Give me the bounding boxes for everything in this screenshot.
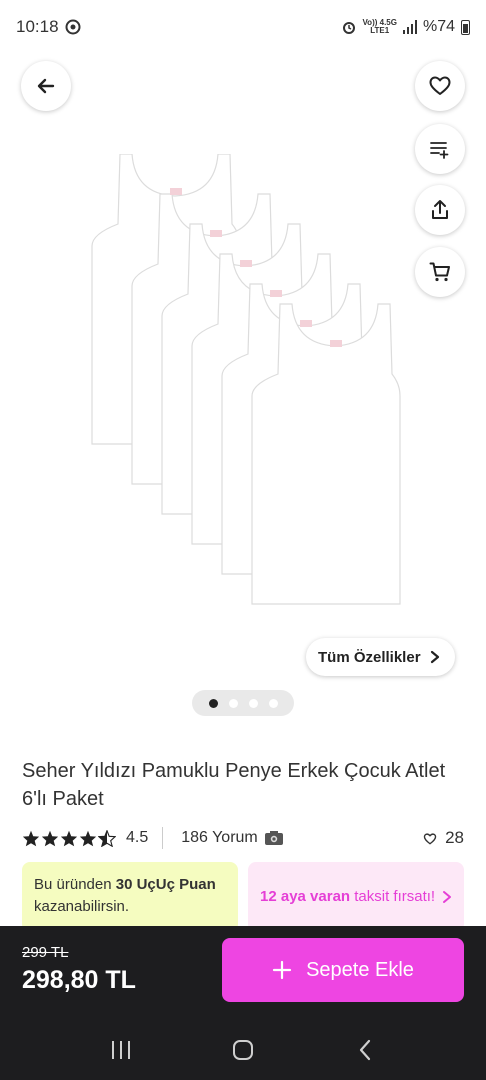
rating-stars bbox=[22, 829, 116, 847]
back-chevron-icon bbox=[359, 1039, 371, 1061]
back-button[interactable] bbox=[21, 61, 71, 111]
cart-icon bbox=[429, 262, 450, 282]
all-features-label: Tüm Özellikler bbox=[318, 648, 421, 666]
product-image bbox=[91, 154, 401, 605]
heart-icon bbox=[423, 832, 437, 844]
heart-icon bbox=[429, 76, 451, 95]
points-suffix: kazanabilirsin. bbox=[34, 898, 130, 915]
star-half-icon bbox=[98, 829, 116, 847]
favorite-button[interactable] bbox=[415, 61, 465, 111]
pager-dot[interactable] bbox=[248, 698, 258, 708]
add-to-cart-button[interactable]: Sepete Ekle bbox=[222, 938, 464, 1002]
star-icon bbox=[60, 830, 78, 846]
share-icon bbox=[432, 200, 448, 219]
battery-percent: %74 bbox=[422, 18, 455, 35]
arrow-left-icon bbox=[37, 78, 55, 94]
status-left: 10:18 bbox=[16, 17, 81, 37]
installment-text: 12 aya varan taksit fırsatı! bbox=[260, 886, 435, 908]
back-nav-button[interactable] bbox=[345, 1030, 385, 1070]
star-icon bbox=[41, 830, 59, 846]
share-button[interactable] bbox=[415, 185, 465, 235]
favorites-value: 28 bbox=[445, 828, 464, 847]
camera-icon bbox=[264, 831, 283, 845]
rating-value: 4.5 bbox=[126, 829, 149, 846]
product-gallery[interactable]: Tüm Özellikler bbox=[0, 54, 486, 734]
status-time: 10:18 bbox=[16, 17, 59, 36]
star-icon bbox=[79, 830, 97, 846]
pager-dot[interactable] bbox=[208, 698, 218, 708]
add-to-cart-label: Sepete Ekle bbox=[306, 958, 414, 981]
image-pager[interactable] bbox=[192, 690, 294, 716]
plus-icon bbox=[272, 960, 292, 980]
all-features-button[interactable]: Tüm Özellikler bbox=[306, 638, 455, 676]
add-to-list-button[interactable] bbox=[415, 124, 465, 174]
status-right: Vo)) 4.5G LTE1 %74 bbox=[342, 18, 470, 36]
recent-apps-button[interactable] bbox=[101, 1030, 141, 1070]
installment-suffix: taksit fırsatı! bbox=[350, 888, 436, 905]
points-amount: 30 UçUç Puan bbox=[115, 876, 216, 893]
points-prefix: Bu üründen bbox=[34, 876, 116, 893]
chevron-right-icon bbox=[430, 650, 439, 664]
list-add-icon bbox=[430, 142, 449, 159]
status-bar: 10:18 Vo)) 4.5G LTE1 %74 bbox=[0, 0, 486, 54]
star-icon bbox=[22, 830, 40, 846]
battery-icon bbox=[461, 19, 470, 35]
product-title: Seher Yıldızı Pamuklu Penye Erkek Çocuk … bbox=[22, 760, 446, 810]
price: 298,80 TL bbox=[22, 966, 136, 994]
points-promo: Bu üründen 30 UçUç Puan kazanabilirsin. bbox=[22, 862, 238, 932]
recent-apps-icon bbox=[112, 1041, 130, 1059]
system-nav-bar bbox=[0, 1020, 486, 1080]
cart-button[interactable] bbox=[415, 247, 465, 297]
reviews-link[interactable]: 186 Yorum bbox=[181, 829, 284, 847]
network-indicator: Vo)) 4.5G LTE1 bbox=[362, 18, 397, 35]
installment-promo[interactable]: 12 aya varan taksit fırsatı! bbox=[248, 862, 464, 932]
favorites-count[interactable]: 28 bbox=[423, 828, 464, 848]
rating-row: 4.5 186 Yorum 28 bbox=[22, 824, 464, 852]
home-icon bbox=[233, 1040, 253, 1060]
signal-icon bbox=[402, 20, 417, 34]
installment-bold: 12 aya varan bbox=[260, 888, 351, 905]
sync-icon bbox=[65, 19, 81, 35]
old-price: 299 TL bbox=[22, 944, 69, 961]
reviews-count: 186 Yorum bbox=[181, 829, 258, 846]
pager-dot[interactable] bbox=[228, 698, 238, 708]
pager-dot[interactable] bbox=[268, 698, 278, 708]
home-button[interactable] bbox=[223, 1030, 263, 1070]
chevron-right-icon bbox=[443, 891, 451, 903]
divider bbox=[162, 827, 164, 849]
alarm-icon bbox=[343, 22, 356, 34]
